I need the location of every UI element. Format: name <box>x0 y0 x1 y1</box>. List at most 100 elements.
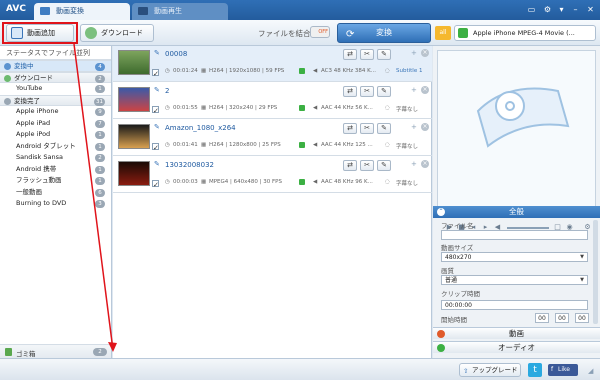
dropdown-arrow-icon: ▼ <box>580 277 584 283</box>
convert-item-icon[interactable]: ⇄ <box>343 86 357 97</box>
remove-icon[interactable]: × <box>421 86 429 94</box>
resize-grip-icon[interactable]: ◢ <box>588 367 596 375</box>
sidebar-item-label: Apple iPod <box>16 130 51 138</box>
remove-icon[interactable]: × <box>421 123 429 131</box>
sidebar-item[interactable]: Apple iPod 1 <box>0 129 111 141</box>
sidebar-item[interactable]: ダウンロード 2 <box>0 71 111 83</box>
sidebar-item[interactable]: フラッシュ動画 1 <box>0 175 111 187</box>
dropdown-arrow-icon: ▼ <box>580 254 584 260</box>
sidebar-item[interactable]: Apple iPhone 9 <box>0 106 111 118</box>
edit-name-icon[interactable]: ✎ <box>154 124 160 131</box>
audio-info: AAC 44 KHz 125 ... <box>321 142 373 148</box>
tab-player[interactable]: 動画再生 <box>132 3 228 20</box>
volume-slider[interactable] <box>507 227 549 229</box>
add-icon[interactable]: + <box>411 86 417 94</box>
facebook-icon: f <box>551 366 554 373</box>
file-item[interactable]: ✎ 2 ✓ ◷ 00:01:55 ▦ H264 | 320x240 | 29 FPS ◀ AAC… <box>113 83 432 119</box>
tab-convert[interactable]: 動画変換 <box>34 3 130 20</box>
sidebar-item[interactable]: 一般動画 6 <box>0 187 111 199</box>
cut-icon[interactable]: ✂ <box>360 86 374 97</box>
phone-icon <box>299 105 305 112</box>
filename-field[interactable] <box>441 230 588 240</box>
cut-icon[interactable]: ✂ <box>360 160 374 171</box>
edit-name-icon[interactable]: ✎ <box>154 50 160 57</box>
clip-time-field[interactable]: 00:00:00 <box>441 300 588 310</box>
sidebar-item[interactable]: Android タブレット 1 <box>0 141 111 153</box>
profile-select[interactable]: Apple iPhone MPEG-4 Movie (... <box>454 25 596 41</box>
trash-item[interactable]: ゴミ箱 2 <box>0 344 111 358</box>
start-hour-field[interactable]: 00 <box>535 313 549 323</box>
effects-icon[interactable]: ✎ <box>377 123 391 134</box>
twitter-icon[interactable]: t <box>528 363 542 377</box>
sidebar-item[interactable]: Sandisk Sansa 2 <box>0 152 111 164</box>
merge-toggle[interactable]: OFF <box>310 26 330 38</box>
convert-item-icon[interactable]: ⇄ <box>343 160 357 171</box>
chat-icon[interactable]: ▭ <box>526 4 537 15</box>
settings-scrollbar[interactable] <box>593 220 598 324</box>
audio-section-header[interactable]: オーディオ <box>433 341 600 353</box>
file-item[interactable]: ✎ Amazon_1080_x264 ✓ ◷ 00:01:41 ▦ H264 | 1280x… <box>113 120 432 156</box>
video-size-label: 動画サイズ <box>441 244 474 252</box>
download-button[interactable]: ダウンロード <box>80 24 154 42</box>
audio-info: AAC 48 KHz 96 K... <box>321 179 373 185</box>
quality-select[interactable]: 普通 ▼ <box>441 275 588 285</box>
sidebar-item-count: 9 <box>95 108 105 116</box>
video-thumbnail <box>118 124 150 149</box>
facebook-like-button[interactable]: f Like <box>548 364 578 376</box>
effects-icon[interactable]: ✎ <box>377 160 391 171</box>
clock-icon: ◷ <box>165 68 170 74</box>
add-icon[interactable]: + <box>411 160 417 168</box>
sidebar-item[interactable]: YouTube 1 <box>0 83 111 95</box>
remove-icon[interactable]: × <box>421 160 429 168</box>
phone-icon <box>299 68 305 75</box>
convert-tab-icon <box>40 7 50 15</box>
close-icon[interactable]: ✕ <box>585 4 596 15</box>
start-minute-field[interactable]: 00 <box>555 313 569 323</box>
file-item[interactable]: ✎ 00008 ✓ ◷ 00:01:24 ▦ H264 | 1920x1080 | 59 F… <box>113 46 432 82</box>
convert-item-icon[interactable]: ⇄ <box>343 123 357 134</box>
cut-icon[interactable]: ✂ <box>360 49 374 60</box>
subtitle-info: 字幕なし <box>396 181 419 187</box>
sidebar-item[interactable]: Burning to DVD 3 <box>0 198 111 210</box>
sidebar-item[interactable]: 変換中 4 <box>0 60 111 72</box>
convert-button[interactable]: ⟳ 変換 <box>337 23 431 43</box>
edit-name-icon[interactable]: ✎ <box>154 87 160 94</box>
effects-icon[interactable]: ✎ <box>377 86 391 97</box>
sidebar-item[interactable]: Android 携帯 1 <box>0 164 111 176</box>
cut-icon[interactable]: ✂ <box>360 123 374 134</box>
menu-icon[interactable]: ▾ <box>556 4 567 15</box>
video-section-header[interactable]: 動画 <box>433 327 600 339</box>
convert-item-icon[interactable]: ⇄ <box>343 49 357 60</box>
film-icon: ▦ <box>201 68 207 74</box>
effects-icon[interactable]: ✎ <box>377 49 391 60</box>
file-checkbox[interactable]: ✓ <box>152 180 159 189</box>
sidebar-item[interactable]: Apple iPad 7 <box>0 118 111 130</box>
profile-all-badge[interactable]: all <box>435 26 451 40</box>
minimize-icon[interactable]: – <box>570 4 581 15</box>
video-thumbnail <box>118 161 150 186</box>
sidebar-item-count: 2 <box>95 154 105 162</box>
sidebar-item[interactable]: 変換完了 31 <box>0 94 111 106</box>
video-info: H264 | 320x240 | 29 FPS <box>209 105 278 111</box>
general-section-header[interactable]: ⌃ 全般 <box>433 206 600 218</box>
file-checkbox[interactable]: ✓ <box>152 106 159 115</box>
edit-name-icon[interactable]: ✎ <box>154 161 160 168</box>
video-info: H264 | 1280x800 | 25 FPS <box>209 142 281 148</box>
start-second-field[interactable]: 00 <box>575 313 589 323</box>
status-icon <box>4 97 11 105</box>
sidebar-item-count: 1 <box>95 177 105 185</box>
clock-icon: ◷ <box>165 105 170 111</box>
video-size-select[interactable]: 480x270 ▼ <box>441 252 588 262</box>
phone-icon <box>299 179 305 186</box>
preview-panel: ▶ ■ ◂ ▸ ◀ □ ◉ ⚙ ⌃ 全般 ファイル名 動画サイズ 480x270… <box>433 46 600 358</box>
gear-icon[interactable]: ⚙ <box>542 4 553 15</box>
remove-icon[interactable]: × <box>421 49 429 57</box>
sidebar-item-label: Burning to DVD <box>16 199 67 207</box>
upgrade-button[interactable]: ⇧ アップグレード <box>459 363 521 377</box>
add-icon[interactable]: + <box>411 123 417 131</box>
video-section-label: 動画 <box>509 329 524 338</box>
add-icon[interactable]: + <box>411 49 417 57</box>
file-checkbox[interactable]: ✓ <box>152 143 159 152</box>
file-checkbox[interactable]: ✓ <box>152 69 159 78</box>
file-item[interactable]: ✎ 13032008032 ✓ ◷ 00:00:03 ▦ MPEG4 | 640x480 |… <box>113 157 432 193</box>
